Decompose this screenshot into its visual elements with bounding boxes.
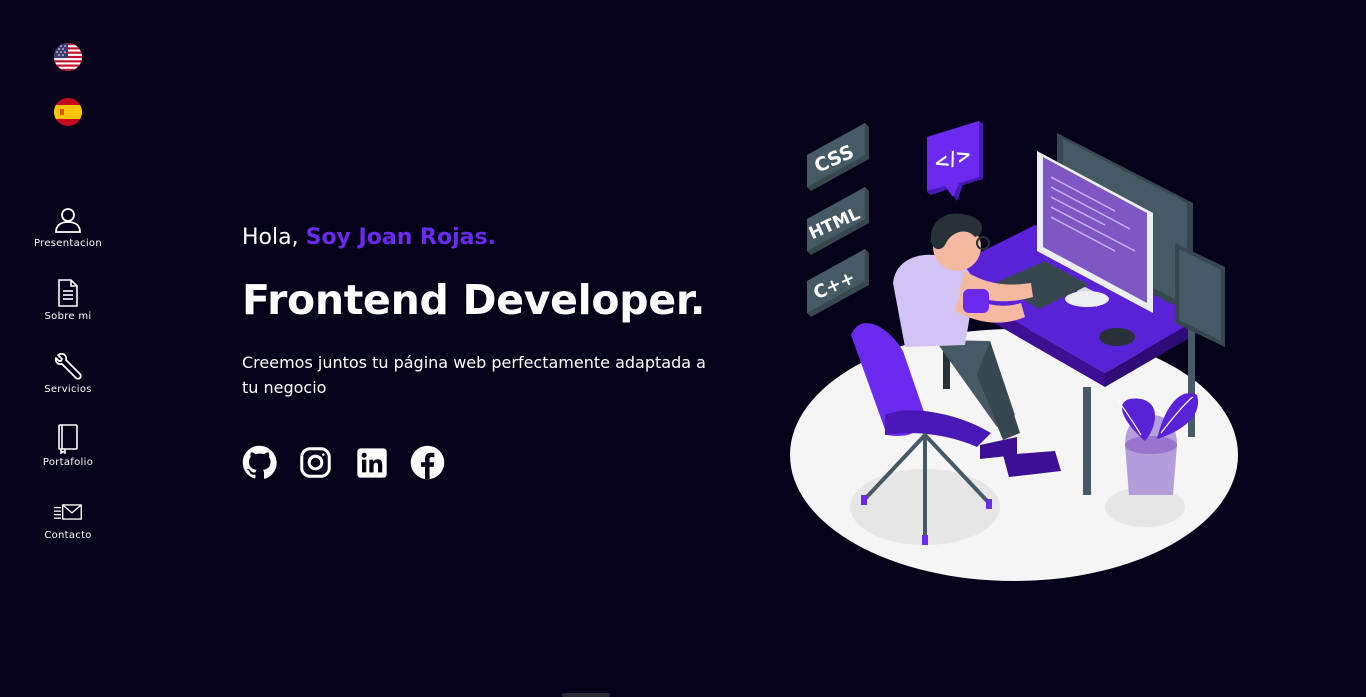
nav-item-contacto[interactable]: Contacto bbox=[22, 497, 114, 570]
document-icon bbox=[53, 278, 83, 308]
mail-icon bbox=[53, 497, 83, 527]
headline: Frontend Developer. bbox=[242, 276, 706, 324]
tagline: Creemos juntos tu página web perfectamen… bbox=[242, 353, 706, 397]
nav-item-sobre-mi[interactable]: Sobre mi bbox=[22, 278, 114, 351]
user-icon bbox=[53, 205, 83, 235]
nav-item-servicios[interactable]: Servicios bbox=[22, 351, 114, 424]
nav-label: Sobre mi bbox=[44, 311, 92, 322]
nav-item-presentacion[interactable]: Presentacion bbox=[22, 205, 114, 278]
nav-label: Portafolio bbox=[42, 457, 94, 468]
social-links bbox=[242, 445, 742, 480]
wrench-icon bbox=[53, 351, 83, 381]
nav-label: Contacto bbox=[44, 530, 92, 541]
linkedin-icon[interactable] bbox=[354, 445, 389, 480]
us-flag-icon[interactable] bbox=[54, 43, 82, 71]
greeting-text: Hola, bbox=[242, 225, 299, 250]
facebook-icon[interactable] bbox=[410, 445, 445, 480]
nav-item-portafolio[interactable]: Portafolio bbox=[22, 424, 114, 497]
html-badge: HTML bbox=[806, 187, 869, 255]
nav-label: Servicios bbox=[44, 384, 92, 395]
nav-label: Presentacion bbox=[34, 238, 102, 249]
css-badge: CSS bbox=[807, 123, 869, 191]
greeting-line: Hola, Soy Joan Rojas. bbox=[242, 222, 742, 254]
developer-illustration: CSS HTML C++ </> bbox=[785, 115, 1245, 585]
spain-flag-icon[interactable] bbox=[54, 98, 82, 126]
author-name: Soy Joan Rojas. bbox=[305, 225, 496, 250]
instagram-icon[interactable] bbox=[298, 445, 333, 480]
hero-section: Hola, Soy Joan Rojas. Frontend Developer… bbox=[242, 222, 742, 480]
code-tag-icon: </> bbox=[927, 121, 983, 201]
side-nav: Presentacion Sobre mi Servicios Portafol… bbox=[22, 205, 114, 570]
book-icon bbox=[53, 424, 83, 454]
github-icon[interactable] bbox=[242, 445, 277, 480]
cpp-badge: C++ bbox=[807, 249, 869, 317]
scroll-indicator[interactable] bbox=[562, 693, 610, 697]
